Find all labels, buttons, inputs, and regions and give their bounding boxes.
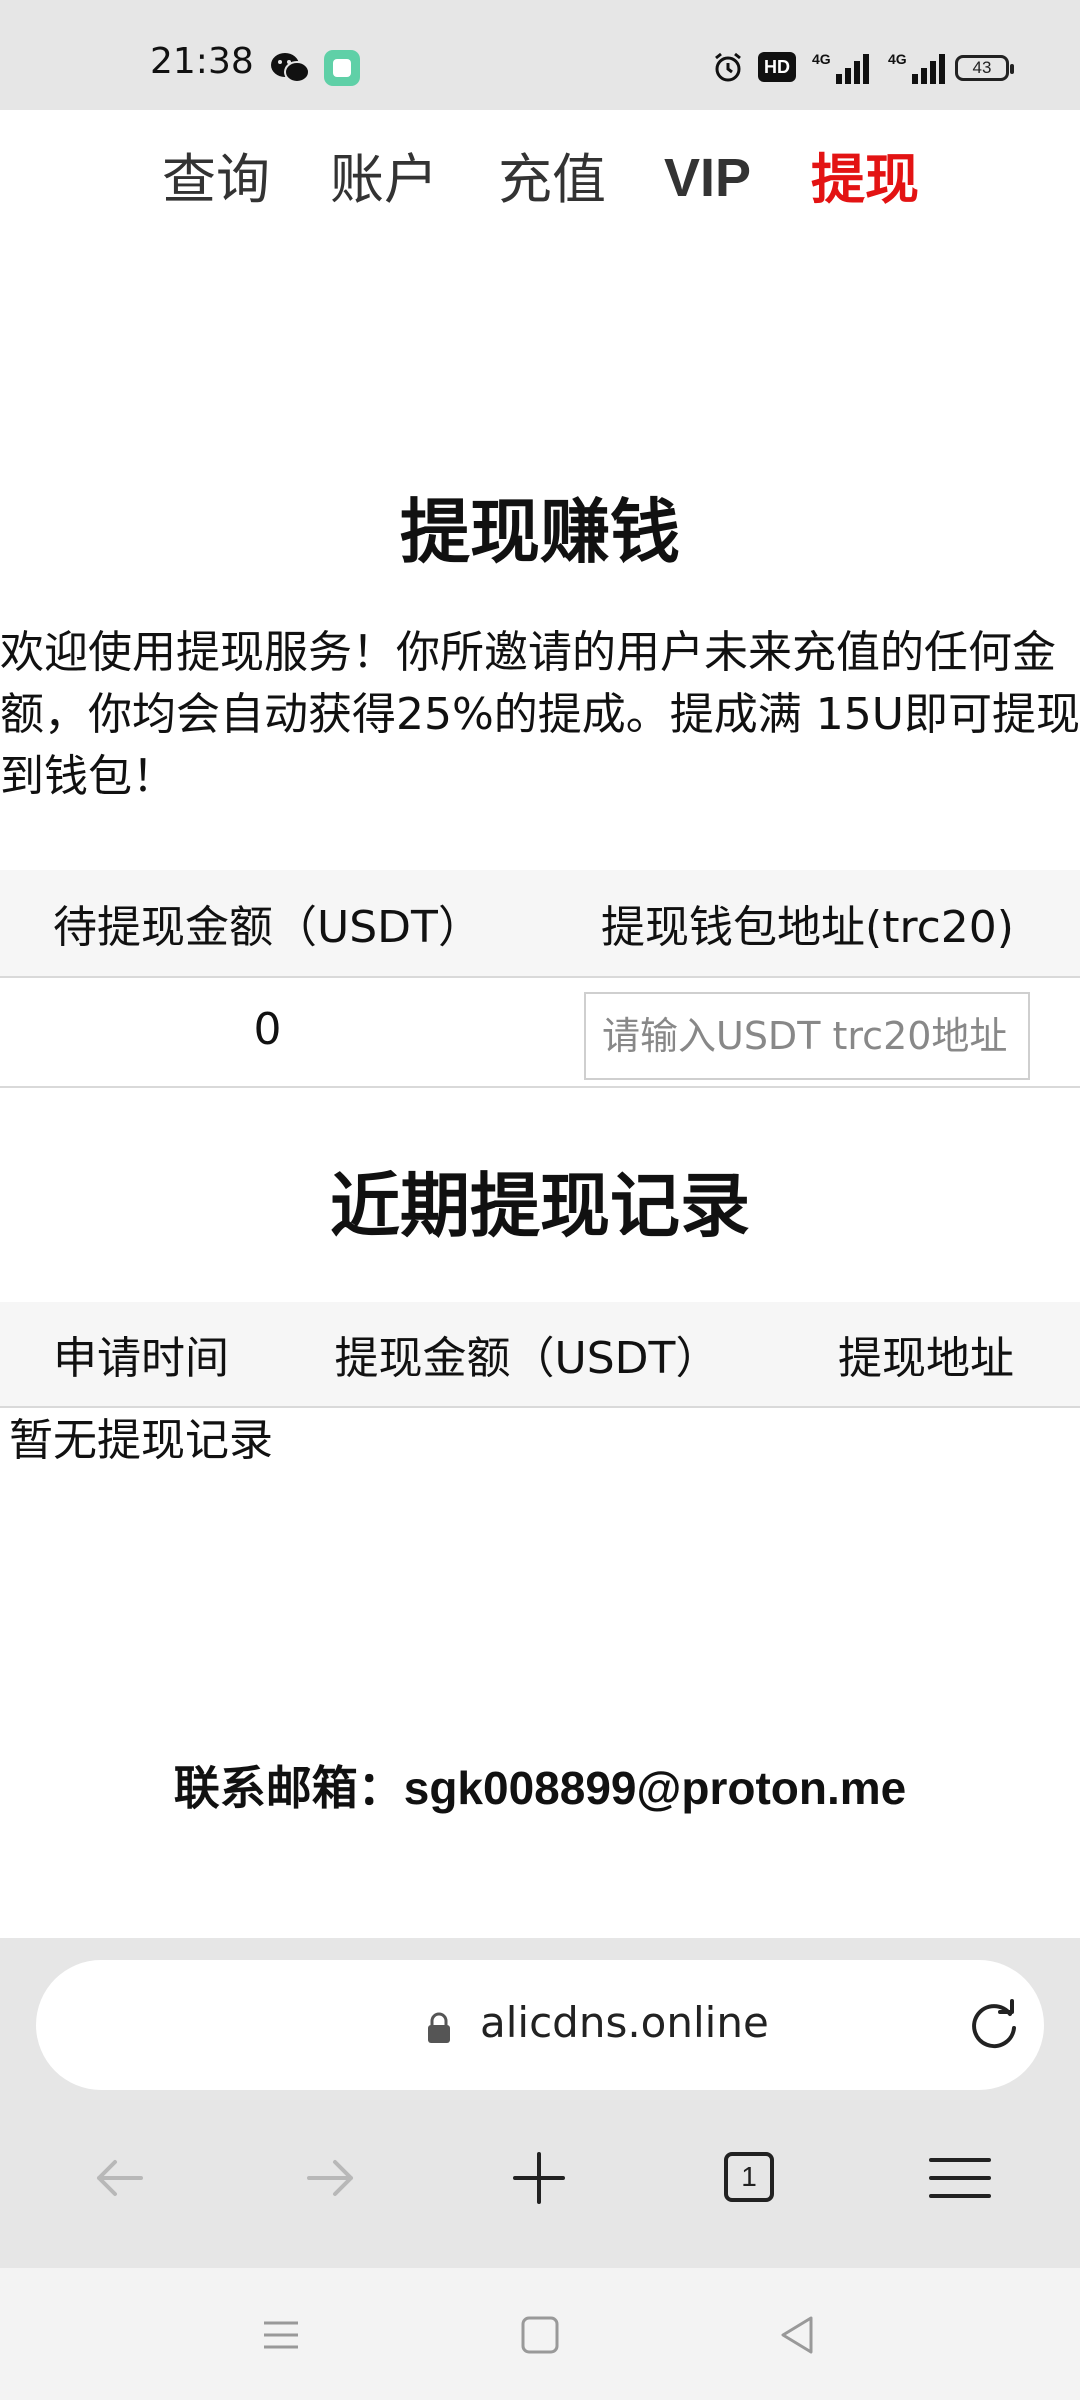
nav-item-withdraw[interactable]: 提现 bbox=[811, 148, 919, 213]
forward-arrow-icon[interactable] bbox=[295, 2148, 365, 2208]
nav-item-account[interactable]: 账户 bbox=[330, 148, 438, 213]
col-apply-time: 申请时间 bbox=[53, 1333, 229, 1384]
nav-item-recharge[interactable]: 充值 bbox=[498, 148, 606, 213]
tabs-icon[interactable]: 1 bbox=[714, 2148, 784, 2208]
withdraw-table-row: 0 bbox=[0, 978, 1080, 1088]
svg-text:4G: 4G bbox=[888, 51, 907, 67]
menu-icon[interactable] bbox=[925, 2148, 995, 2208]
battery-icon: 43 bbox=[955, 55, 1014, 81]
home-square-icon[interactable] bbox=[513, 2308, 567, 2362]
nav-item-vip[interactable]: VIP bbox=[664, 146, 751, 211]
records-table-header: 申请时间 提现金额（USDT） 提现地址 bbox=[0, 1302, 1080, 1408]
back-triangle-icon[interactable] bbox=[771, 2308, 825, 2362]
url-text: alicdns.online bbox=[480, 1998, 769, 2047]
col-withdraw-amount: 提现金额（USDT） bbox=[334, 1333, 720, 1384]
menu-lines-icon[interactable] bbox=[254, 2308, 308, 2362]
contact-email[interactable]: sgk008899@proton.me bbox=[404, 1762, 907, 1814]
withdraw-table-header: 待提现金额（USDT） 提现钱包地址(trc20) bbox=[0, 870, 1080, 978]
signal-4g-icon: 4G bbox=[812, 51, 869, 84]
wechat-icon bbox=[271, 53, 310, 83]
tab-count: 1 bbox=[724, 2152, 774, 2202]
system-nav-bar bbox=[0, 2268, 1080, 2400]
alarm-icon bbox=[715, 52, 741, 82]
wallet-address-input[interactable] bbox=[584, 992, 1030, 1080]
address-bar[interactable]: alicdns.online bbox=[36, 1960, 1044, 2090]
top-nav: 查询 账户 充值 VIP 提现 bbox=[0, 110, 1080, 260]
col-withdraw-address: 提现地址 bbox=[838, 1333, 1014, 1384]
browser-bar: alicdns.online 1 bbox=[0, 1938, 1080, 2268]
lock-icon bbox=[428, 2012, 450, 2043]
records-empty-text: 暂无提现记录 bbox=[9, 1415, 273, 1466]
hd-icon: HD bbox=[758, 52, 796, 82]
signal-4g-icon: 4G bbox=[888, 51, 945, 84]
intro-text: 欢迎使用提现服务！你所邀请的用户未来充值的任何金额，你均会自动获得25%的提成。… bbox=[0, 627, 1080, 802]
status-bar: 21:38 HD 4G 4G 43 bbox=[0, 0, 1080, 110]
app-icon bbox=[324, 50, 360, 86]
col-wallet-address: 提现钱包地址(trc20) bbox=[601, 902, 1014, 953]
svg-text:4G: 4G bbox=[812, 51, 831, 67]
col-pending-amount: 待提现金额（USDT） bbox=[53, 902, 482, 953]
back-arrow-icon[interactable] bbox=[85, 2148, 155, 2208]
records-title: 近期提现记录 bbox=[330, 1165, 750, 1247]
plus-icon[interactable] bbox=[504, 2148, 574, 2208]
contact-line: 联系邮箱：sgk008899@proton.me bbox=[0, 1752, 1080, 1818]
contact-label: 联系邮箱： bbox=[173, 1761, 404, 1815]
page-title: 提现赚钱 bbox=[400, 491, 680, 573]
nav-item-query[interactable]: 查询 bbox=[162, 148, 270, 213]
pending-amount-value: 0 bbox=[253, 1004, 282, 1055]
reload-icon[interactable] bbox=[966, 1998, 1022, 2054]
status-time: 21:38 bbox=[150, 41, 254, 82]
